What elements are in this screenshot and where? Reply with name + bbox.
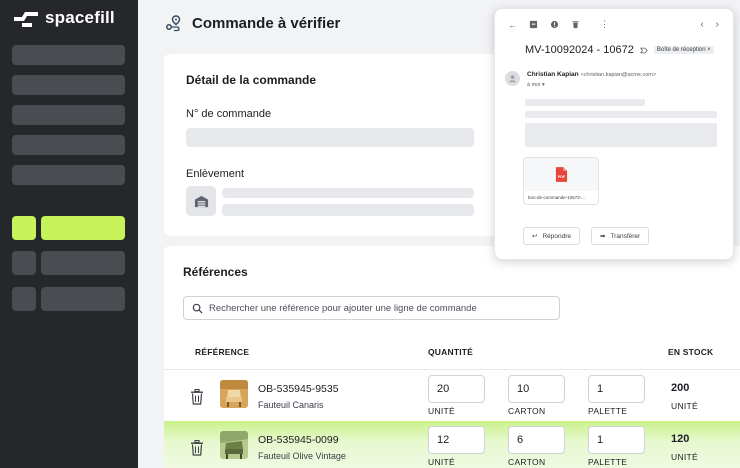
email-body-skeleton-3 [525,123,717,147]
stock-value: 200 [671,382,690,394]
sidebar-item-7-icon[interactable] [12,287,36,311]
quantity-unit-label: UNITÉ [428,457,455,467]
inbox-label-badge[interactable]: Boîte de réception × [653,46,714,54]
references-title: Références [183,265,248,279]
quantity-unit-label: UNITÉ [428,406,455,416]
pickup-skeleton-line-2 [222,204,474,216]
email-subject-row: MV-10092024 - 10672 Boîte de réception × [525,44,714,56]
brand-logo[interactable]: spacefill [12,8,115,28]
email-preview-panel: ← ⋮ ‹ › MV-10092024 - 10672 Boîte de réc… [494,8,734,260]
quantity-palette-input[interactable] [588,426,645,454]
page-title: Commande à vérifier [192,14,341,32]
sidebar-item-2[interactable] [12,75,125,95]
email-pagination: ‹ › [700,19,719,30]
warehouse-icon [186,186,216,216]
pickup-label: Enlèvement [186,168,245,180]
delete-icon[interactable] [570,19,581,30]
order-detail-card: Détail de la commande N° de commande Enl… [164,54,500,236]
quantity-carton-input[interactable] [508,375,565,403]
product-thumbnail-armchair [220,380,248,408]
quantity-palette-label: PALETTE [588,457,628,467]
page-header: Commande à vérifier [164,14,340,32]
reply-icon: ↩ [532,233,538,240]
table-row-highlighted: OB-535945-0099 Fauteuil Olive Vintage UN… [164,421,740,468]
quantity-carton-label: CARTON [508,406,546,416]
product-thumbnail-olive-armchair [220,431,248,459]
svg-text:PDF: PDF [557,175,565,179]
stock-unit: UNITÉ [671,452,698,462]
trash-icon[interactable] [190,440,204,456]
pdf-attachment[interactable]: PDF bon-de-commande-10672-... [523,157,599,205]
search-icon [192,303,203,314]
pdf-file-icon: PDF [555,167,567,182]
order-detail-title: Détail de la commande [186,73,317,87]
archive-icon[interactable] [528,19,539,30]
spacefill-logo-icon [14,12,38,27]
quantity-carton-label: CARTON [508,457,546,467]
more-options-icon[interactable]: ⋮ [599,19,610,30]
column-header-stock: EN STOCK [668,347,714,357]
column-header-quantity: QUANTITÉ [428,347,474,357]
back-arrow-icon[interactable]: ← [507,19,518,30]
order-number-field[interactable] [186,128,474,147]
forward-icon: ➡ [600,233,606,240]
email-toolbar: ← ⋮ [507,19,610,30]
sender-line: Christian Kapian <christian.kapian@acme.… [527,71,656,78]
product-name: Fauteuil Olive Vintage [258,451,346,461]
brand-name: spacefill [45,8,115,27]
next-icon[interactable]: › [716,19,719,30]
sidebar-item-6[interactable] [41,251,125,275]
reply-button[interactable]: ↩ Répondre [523,227,581,245]
reference-search[interactable] [183,296,560,320]
previous-icon[interactable]: ‹ [700,19,703,30]
pickup-skeleton-line-1 [222,188,474,198]
trash-icon[interactable] [190,389,204,405]
sidebar-item-4[interactable] [12,135,125,155]
product-sku: OB-535945-0099 [258,434,339,446]
person-icon [509,75,516,83]
email-subject: MV-10092024 - 10672 [525,44,634,56]
quantity-unit-input[interactable] [428,426,485,454]
references-card: Références RÉFÉRENCE QUANTITÉ EN STOCK [164,246,740,468]
sidebar-item-3[interactable] [12,105,125,125]
sidebar-item-7[interactable] [41,287,125,311]
column-header-reference: RÉFÉRENCE [195,347,250,357]
table-row: OB-535945-9535 Fauteuil Canaris UNITÉ CA… [164,369,740,421]
sidebar-item-active-icon[interactable] [12,216,36,240]
sidebar-item-active[interactable] [41,216,125,240]
route-icon [166,15,181,32]
product-sku: OB-535945-9535 [258,383,339,395]
quantity-carton-input[interactable] [508,426,565,454]
sidebar: spacefill [0,0,138,468]
stock-value: 120 [671,433,690,445]
important-marker-icon[interactable] [639,47,648,54]
forward-button[interactable]: ➡ Transférer [591,227,650,245]
email-body-skeleton-2 [525,111,717,118]
sidebar-item-1[interactable] [12,45,125,65]
quantity-palette-label: PALETTE [588,406,628,416]
sender-name: Christian Kapian [527,71,579,78]
order-number-label: N° de commande [186,108,272,120]
sidebar-item-6-icon[interactable] [12,251,36,275]
report-icon[interactable] [549,19,560,30]
recipient-toggle[interactable]: à moi ▾ [527,82,545,88]
reference-search-input[interactable] [209,302,549,314]
quantity-palette-input[interactable] [588,375,645,403]
attachment-filename: bon-de-commande-10672-... [528,195,586,200]
email-body-skeleton-1 [525,99,645,106]
sidebar-item-5[interactable] [12,165,125,185]
sender-avatar [505,71,520,86]
sender-email: <christian.kapian@acme.com> [580,72,657,78]
product-name: Fauteuil Canaris [258,400,324,410]
stock-unit: UNITÉ [671,401,698,411]
quantity-unit-input[interactable] [428,375,485,403]
